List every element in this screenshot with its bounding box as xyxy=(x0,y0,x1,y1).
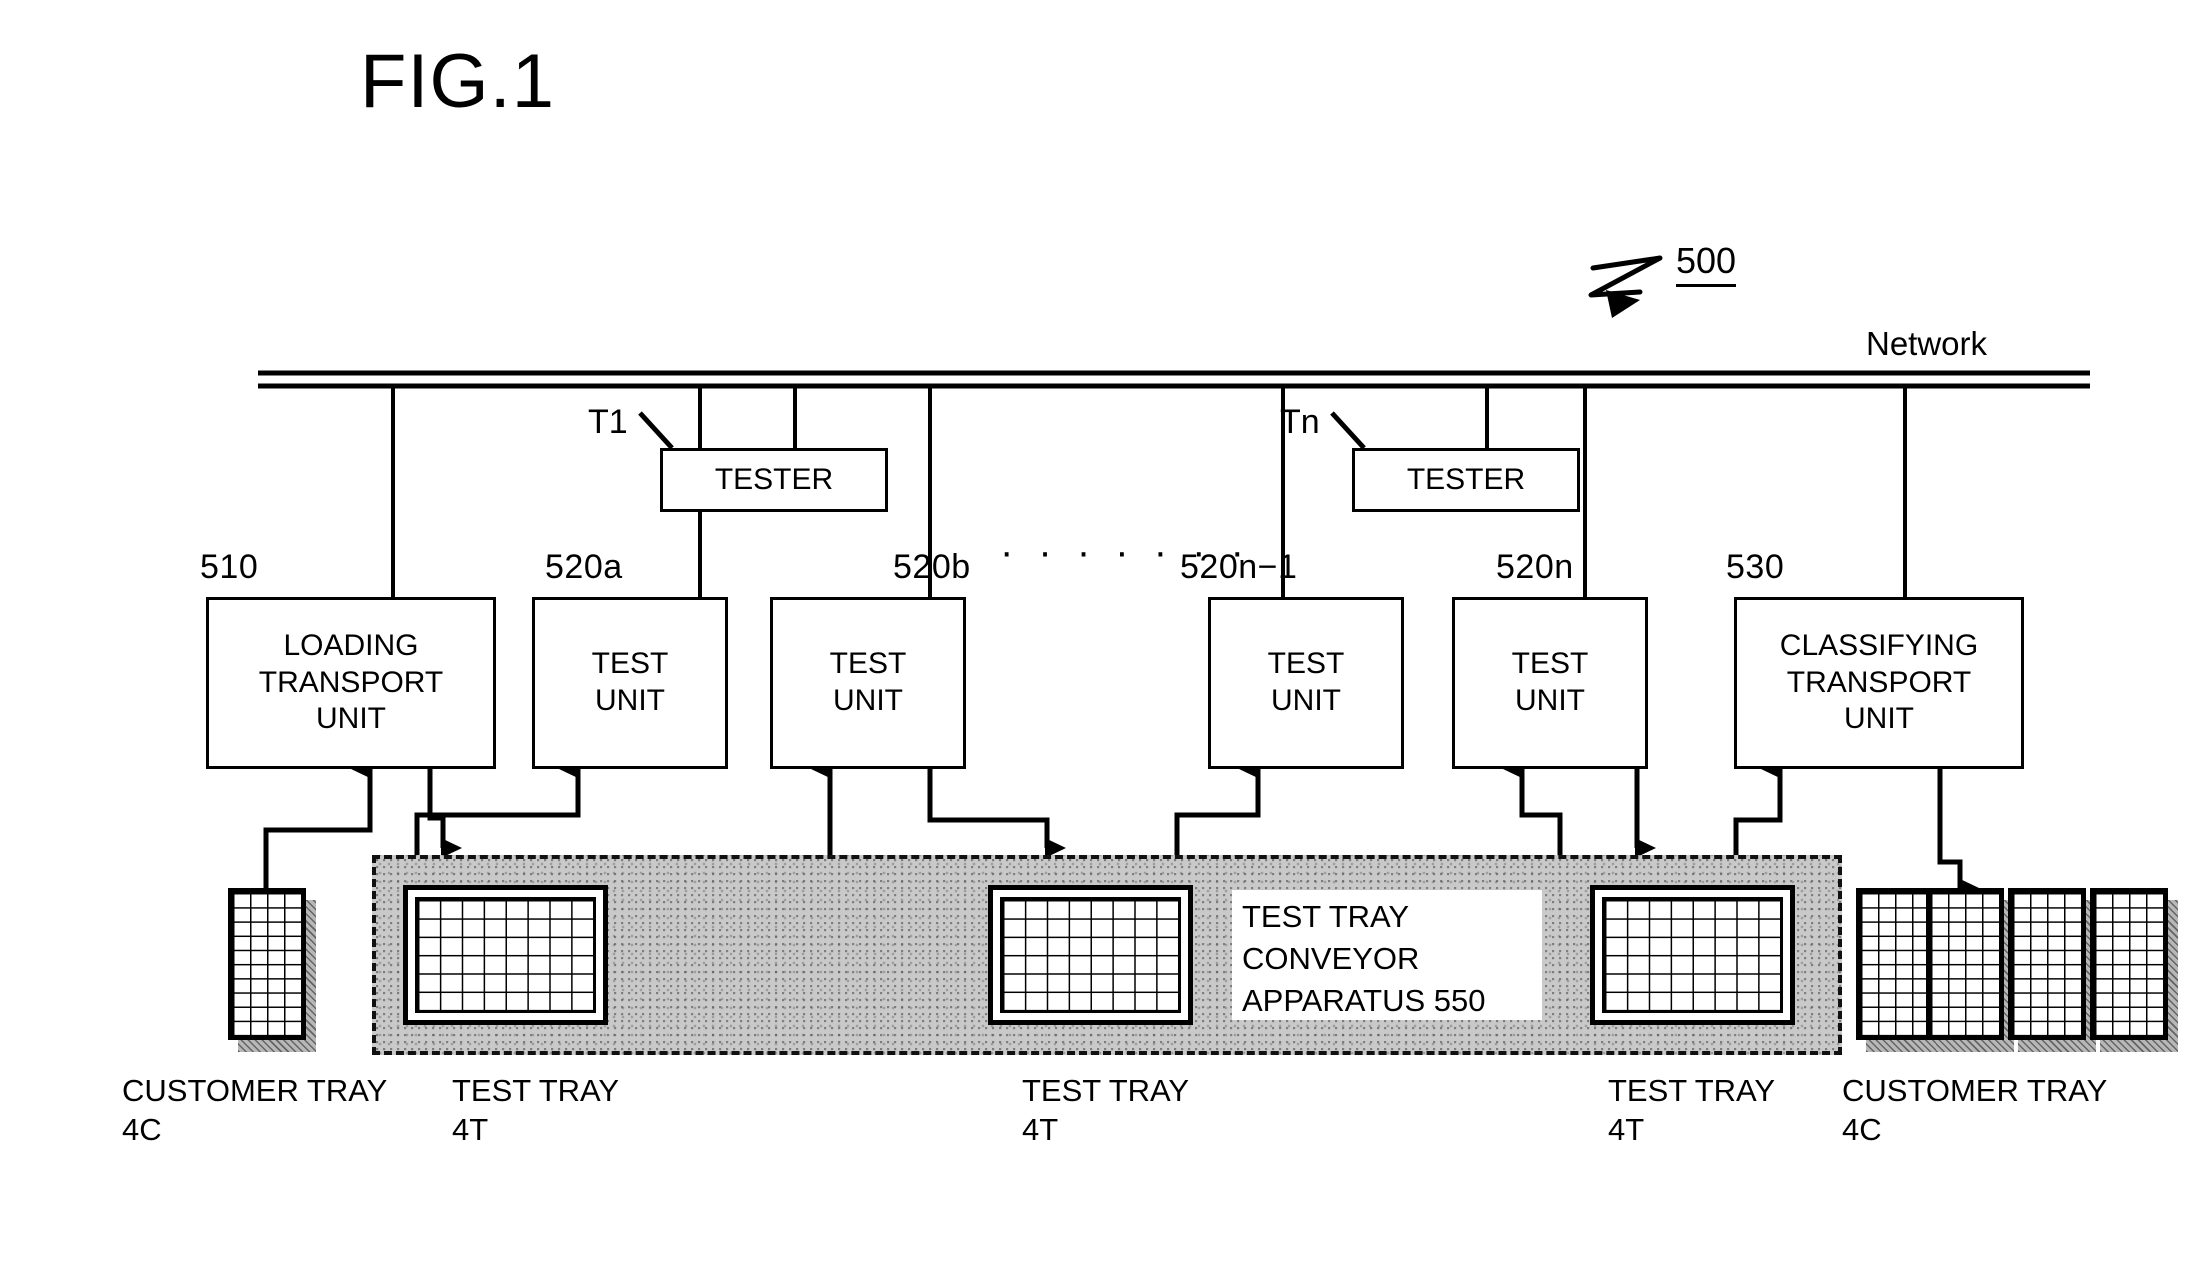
conveyor-apparatus-caption: TEST TRAY CONVEYOR APPARATUS 550 xyxy=(1232,890,1542,1020)
ref-label-510: 510 xyxy=(200,548,259,586)
test-tray-graphic-1[interactable] xyxy=(403,885,608,1025)
test-tray-graphic-2[interactable] xyxy=(988,885,1193,1025)
customer-tray-graphic-r3[interactable] xyxy=(2008,888,2096,1052)
caption-customer-tray-right-name: CUSTOMER TRAY xyxy=(1842,1073,2108,1108)
tester-tag-t1: T1 xyxy=(588,403,628,441)
loading-unit-line-3: UNIT xyxy=(316,702,386,736)
test-unit-520b-box[interactable]: TEST UNIT xyxy=(770,597,966,769)
caption-customer-tray-left-name: CUSTOMER TRAY xyxy=(122,1073,388,1108)
classifying-unit-line-2: TRANSPORT xyxy=(1786,665,1972,699)
loading-transport-unit-box[interactable]: LOADING TRANSPORT UNIT xyxy=(206,597,496,769)
tester-box-tn[interactable]: TESTER xyxy=(1352,448,1580,512)
ref-label-520n: 520n xyxy=(1496,548,1574,586)
customer-tray-grid-r4 xyxy=(2090,888,2168,1040)
test-unit-520n-1-line-2: UNIT xyxy=(1271,684,1341,717)
test-unit-520n-1-line-1: TEST xyxy=(1267,647,1345,681)
tester-label-t1: TESTER xyxy=(714,462,834,496)
patent-figure-page: FIG.1 500 Network T1 TESTER Tn TESTER · … xyxy=(0,0,2210,1272)
test-unit-520b-line-1: TEST xyxy=(829,647,907,681)
caption-customer-tray-left-code: 4C xyxy=(122,1111,162,1147)
conveyor-caption-line-3: APPARATUS 550 xyxy=(1242,982,1486,1018)
test-tray-graphic-3[interactable] xyxy=(1590,885,1795,1025)
caption-test-tray-2-code: 4T xyxy=(1022,1111,1059,1147)
system-reference-500: 500 xyxy=(1676,240,1737,287)
classifying-unit-line-3: UNIT xyxy=(1844,702,1914,736)
caption-test-tray-3: TEST TRAY 4T xyxy=(1608,1072,1775,1150)
test-unit-520a-line-2: UNIT xyxy=(595,684,665,717)
tester-label-tn: TESTER xyxy=(1406,462,1526,496)
caption-customer-tray-right-code: 4C xyxy=(1842,1111,1882,1147)
caption-customer-tray-left: CUSTOMER TRAY 4C xyxy=(122,1072,387,1150)
test-unit-520n-1-box[interactable]: TEST UNIT xyxy=(1208,597,1404,769)
ref-500-leader xyxy=(1588,255,1663,318)
ref-label-530: 530 xyxy=(1726,548,1785,586)
caption-test-tray-2: TEST TRAY 4T xyxy=(1022,1072,1189,1150)
conveyor-caption-line-2: CONVEYOR xyxy=(1242,940,1420,976)
ref-label-520n-1: 520n−1 xyxy=(1180,548,1298,586)
conveyor-caption-line-1: TEST TRAY xyxy=(1242,899,1410,934)
tester-box-t1[interactable]: TESTER xyxy=(660,448,888,512)
ref-label-520a: 520a xyxy=(545,548,623,586)
ref-label-520b: 520b xyxy=(893,548,971,586)
test-unit-520n-box[interactable]: TEST UNIT xyxy=(1452,597,1648,769)
test-unit-520b-line-2: UNIT xyxy=(833,684,903,717)
caption-test-tray-1-code: 4T xyxy=(452,1111,489,1147)
classifying-unit-line-1: CLASSIFYING xyxy=(1779,629,1979,663)
customer-tray-graphic-r2[interactable] xyxy=(1926,888,2014,1052)
caption-test-tray-3-name: TEST TRAY xyxy=(1608,1073,1776,1108)
network-label: Network xyxy=(1866,325,1988,362)
classifying-transport-unit-box[interactable]: CLASSIFYING TRANSPORT UNIT xyxy=(1734,597,2024,769)
test-unit-520n-line-1: TEST xyxy=(1511,647,1589,681)
test-unit-520a-box[interactable]: TEST UNIT xyxy=(532,597,728,769)
caption-test-tray-2-name: TEST TRAY xyxy=(1022,1073,1190,1108)
test-unit-520n-line-2: UNIT xyxy=(1515,684,1585,717)
test-unit-520a-line-1: TEST xyxy=(591,647,669,681)
caption-test-tray-1: TEST TRAY 4T xyxy=(452,1072,619,1150)
customer-tray-grid-r3 xyxy=(2008,888,2086,1040)
customer-tray-grid-r1 xyxy=(1856,888,1934,1040)
test-tray-grid-3 xyxy=(1602,897,1783,1013)
test-tray-grid-2 xyxy=(1000,897,1181,1013)
customer-tray-graphic-r1[interactable] xyxy=(1856,888,1944,1052)
caption-test-tray-3-code: 4T xyxy=(1608,1111,1645,1147)
loading-unit-line-2: TRANSPORT xyxy=(258,665,444,699)
tester-tag-leaders xyxy=(638,411,1366,450)
caption-customer-tray-right: CUSTOMER TRAY 4C xyxy=(1842,1072,2107,1150)
network-bus xyxy=(258,370,2090,389)
customer-tray-grid-r2 xyxy=(1926,888,2004,1040)
test-tray-grid-1 xyxy=(415,897,596,1013)
caption-test-tray-1-name: TEST TRAY xyxy=(452,1073,620,1108)
customer-tray-grid-left xyxy=(228,888,306,1040)
loading-unit-line-1: LOADING xyxy=(283,629,419,663)
customer-tray-graphic-left[interactable] xyxy=(228,888,316,1052)
tester-tag-tn: Tn xyxy=(1280,403,1320,441)
customer-tray-graphic-r4[interactable] xyxy=(2090,888,2178,1052)
